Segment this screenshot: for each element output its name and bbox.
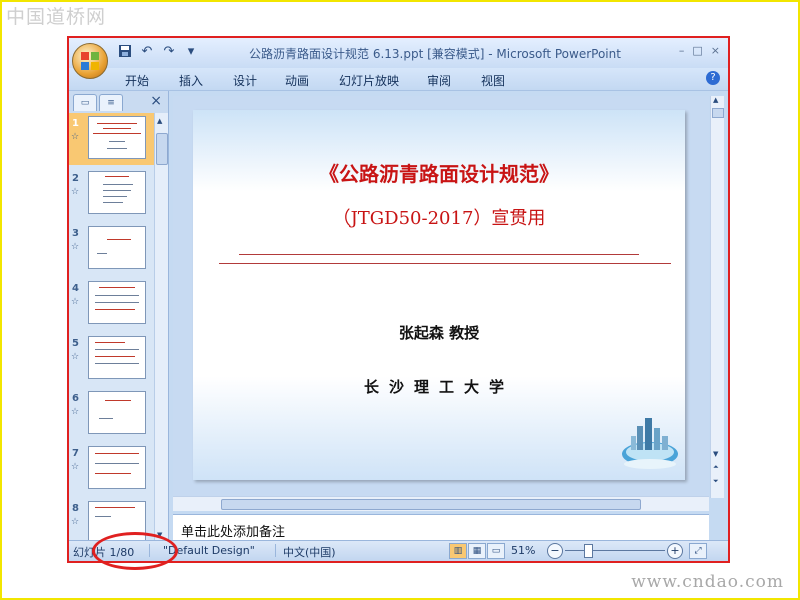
previous-slide-icon[interactable]: ⏶ <box>713 463 719 472</box>
office-button[interactable] <box>72 43 108 79</box>
thumbnail-number: 2 <box>72 173 79 184</box>
notes-pane[interactable]: 单击此处添加备注 <box>173 514 709 543</box>
slide-thumbnail[interactable]: 5 ☆ <box>69 333 155 385</box>
window-controls: – □ × <box>679 44 720 57</box>
pane-close-icon[interactable]: × <box>150 93 162 109</box>
outline-tab-icon[interactable]: ≡ <box>99 94 123 111</box>
scroll-thumb[interactable] <box>156 133 168 165</box>
thumbnail-image <box>88 336 146 379</box>
scroll-up-icon[interactable]: ▲ <box>713 96 718 104</box>
slide-thumbnail[interactable]: 1 ☆ <box>69 113 155 165</box>
thumbnail-number: 4 <box>72 283 79 294</box>
watermark-bottom: www.cndao.com <box>631 572 784 592</box>
minimize-button[interactable]: – <box>679 44 685 57</box>
thumbnail-image <box>88 281 146 324</box>
slide-thumbnail[interactable]: 7 ☆ <box>69 443 155 495</box>
quick-access-toolbar: ↶ ↷ ▾ <box>117 44 199 60</box>
slides-pane: ▭ ≡ × 1 ☆ 2 ☆ 3 ☆ 4 ☆ 5 ☆ 6 ☆ 7 ☆ 8 ☆ ▲ … <box>69 91 169 543</box>
slide-scrollbar[interactable]: ▲ ▼ ⏶ ⏷ <box>710 96 724 498</box>
help-icon[interactable]: ? <box>706 71 720 85</box>
tab-design[interactable]: 设计 <box>233 72 257 89</box>
thumbnail-scrollbar[interactable]: ▲ ▼ <box>154 113 168 543</box>
slideshow-view-icon[interactable]: ▭ <box>487 543 505 559</box>
tab-home[interactable]: 开始 <box>125 72 149 89</box>
dropdown-icon[interactable]: ▾ <box>183 44 199 60</box>
scroll-up-icon[interactable]: ▲ <box>157 117 162 125</box>
zoom-slider[interactable] <box>565 550 665 551</box>
thumbnail-image <box>88 116 146 159</box>
slide-title[interactable]: 《公路沥青路面设计规范》 <box>193 158 685 187</box>
animation-star-icon: ☆ <box>71 242 80 252</box>
thumbnail-image <box>88 391 146 434</box>
zoom-slider-thumb[interactable] <box>584 544 593 558</box>
title-bar: ↶ ↷ ▾ 公路沥青路面设计规范 6.13.ppt [兼容模式] - Micro… <box>69 38 728 68</box>
redo-icon[interactable]: ↷ <box>161 44 177 60</box>
save-icon[interactable] <box>117 44 133 60</box>
slide-school[interactable]: 长沙理工大学 <box>193 376 685 397</box>
scroll-thumb[interactable] <box>221 499 641 510</box>
horizontal-scrollbar[interactable] <box>173 496 709 511</box>
thumbnail-image <box>88 171 146 214</box>
scroll-thumb[interactable] <box>712 108 724 118</box>
scroll-down-icon[interactable]: ▼ <box>713 450 718 458</box>
slide-thumbnail[interactable]: 4 ☆ <box>69 278 155 330</box>
animation-star-icon: ☆ <box>71 517 80 527</box>
animation-star-icon: ☆ <box>71 297 80 307</box>
animation-star-icon: ☆ <box>71 407 80 417</box>
watermark-top: 中国道桥网 <box>6 6 107 28</box>
thumbnail-image <box>88 226 146 269</box>
close-button[interactable]: × <box>711 44 720 57</box>
slide-author[interactable]: 张起森 教授 <box>193 322 685 343</box>
pane-tabs: ▭ ≡ × <box>69 91 168 114</box>
divider-line <box>239 254 639 255</box>
thumbnail-number: 3 <box>72 228 79 239</box>
slide-sorter-icon[interactable]: ▦ <box>468 543 486 559</box>
animation-star-icon: ☆ <box>71 462 80 472</box>
powerpoint-window: ↶ ↷ ▾ 公路沥青路面设计规范 6.13.ppt [兼容模式] - Micro… <box>67 36 730 563</box>
divider-line <box>219 263 671 264</box>
next-slide-icon[interactable]: ⏷ <box>713 477 719 486</box>
office-logo-icon <box>81 52 99 70</box>
slide-subtitle[interactable]: （JTGD50-2017）宣贯用 <box>193 204 685 230</box>
animation-star-icon: ☆ <box>71 352 80 362</box>
tab-view[interactable]: 视图 <box>481 72 505 89</box>
city-globe-icon <box>622 418 678 469</box>
slide-thumbnail[interactable]: 6 ☆ <box>69 388 155 440</box>
tab-review[interactable]: 审阅 <box>427 72 451 89</box>
undo-icon[interactable]: ↶ <box>139 44 155 60</box>
thumbnail-list: 1 ☆ 2 ☆ 3 ☆ 4 ☆ 5 ☆ 6 ☆ 7 ☆ 8 ☆ <box>69 113 155 543</box>
thumbnail-number: 5 <box>72 338 79 349</box>
fit-to-window-icon[interactable]: ⤢ <box>689 543 707 559</box>
slide-editing-area: 《公路沥青路面设计规范》 （JTGD50-2017）宣贯用 张起森 教授 长沙理… <box>173 96 709 498</box>
animation-star-icon: ☆ <box>71 132 80 142</box>
notes-placeholder[interactable]: 单击此处添加备注 <box>181 521 285 540</box>
animation-star-icon: ☆ <box>71 187 80 197</box>
zoom-level[interactable]: 51% <box>511 544 535 557</box>
thumbnail-image <box>88 446 146 489</box>
slide-thumbnail[interactable]: 3 ☆ <box>69 223 155 275</box>
thumbnail-number: 8 <box>72 503 79 514</box>
zoom-out-button[interactable]: − <box>547 543 563 559</box>
slides-tab-icon[interactable]: ▭ <box>73 94 97 111</box>
ribbon-tabs: 开始 插入 设计 动画 幻灯片放映 审阅 视图 ? <box>69 68 728 91</box>
maximize-button[interactable]: □ <box>692 44 702 57</box>
thumbnail-number: 1 <box>72 118 79 129</box>
slide-thumbnail[interactable]: 2 ☆ <box>69 168 155 220</box>
zoom-in-button[interactable]: + <box>667 543 683 559</box>
current-slide[interactable]: 《公路沥青路面设计规范》 （JTGD50-2017）宣贯用 张起森 教授 长沙理… <box>193 110 685 480</box>
normal-view-icon[interactable]: ▥ <box>449 543 467 559</box>
tab-animations[interactable]: 动画 <box>285 72 309 89</box>
tab-slideshow[interactable]: 幻灯片放映 <box>339 72 399 89</box>
language-indicator[interactable]: 中文(中国) <box>283 544 336 560</box>
thumbnail-number: 7 <box>72 448 79 459</box>
thumbnail-number: 6 <box>72 393 79 404</box>
window-title: 公路沥青路面设计规范 6.13.ppt [兼容模式] - Microsoft P… <box>249 47 621 61</box>
tab-insert[interactable]: 插入 <box>179 72 203 89</box>
annotation-ellipse <box>92 532 178 570</box>
